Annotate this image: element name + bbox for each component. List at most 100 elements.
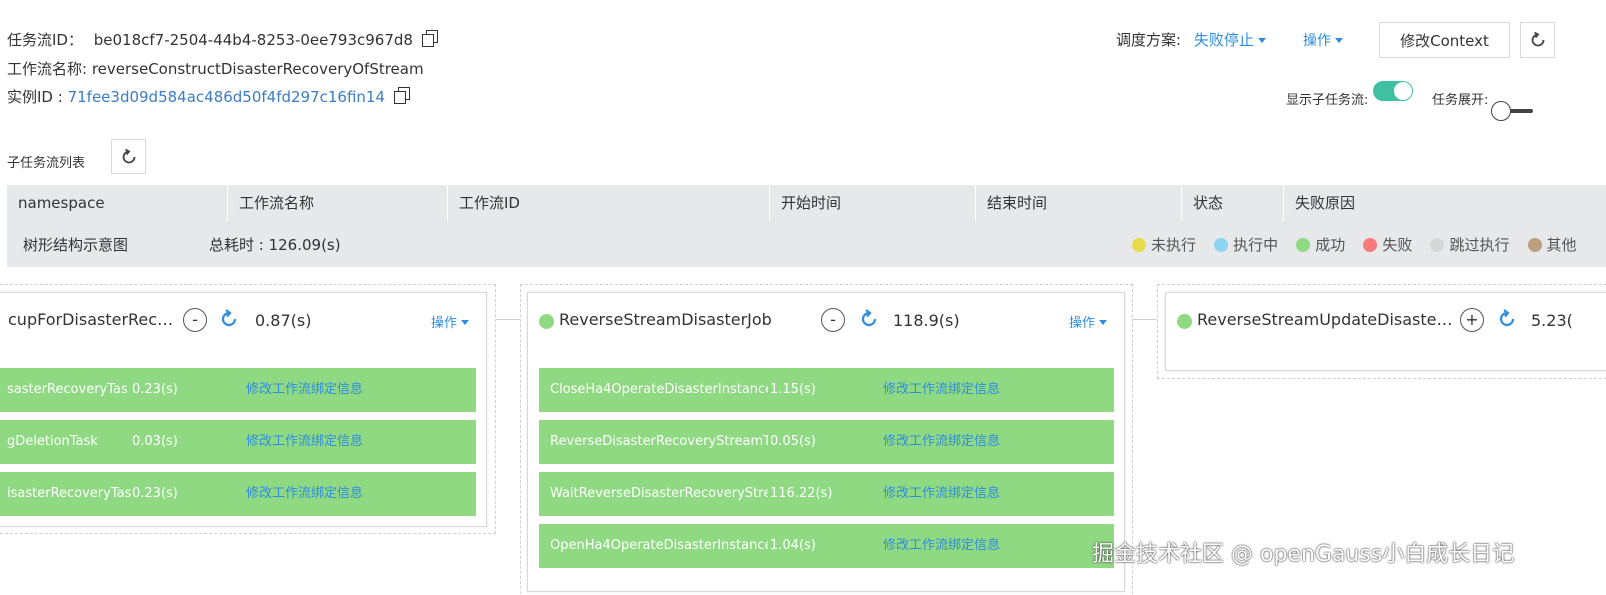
legend-label: 未执行 — [1151, 236, 1197, 254]
task-name: isasterRecoveryTask — [7, 486, 132, 501]
task-row[interactable]: isasterRecoveryTask 0.23(s) 修改工作流绑定信息 — [0, 472, 476, 516]
task-duration: 0.05(s) — [770, 434, 816, 449]
copy-icon[interactable] — [393, 87, 410, 104]
legend-item-not-executed: 未执行 — [1132, 234, 1196, 255]
task-row[interactable]: sasterRecoveryTask 0.23(s) 修改工作流绑定信息 — [0, 368, 476, 412]
task-duration: 0.23(s) — [132, 486, 178, 501]
task-name: OpenHa4OperateDisasterInstance… — [550, 538, 768, 553]
tree-title: 树形结构示意图 — [23, 236, 129, 254]
legend-label: 成功 — [1315, 236, 1346, 254]
chevron-down-icon — [1335, 38, 1343, 43]
connector-line — [496, 319, 520, 320]
job-name[interactable]: ReverseStreamDisasterJob — [559, 310, 809, 329]
legend-item-running: 执行中 — [1214, 234, 1278, 255]
instance-id-row: 实例ID : 71fee3d09d584ac486d50f4fd297c16fi… — [7, 86, 410, 107]
task-name: gDeletionTask — [7, 434, 98, 449]
legend-dot — [1430, 237, 1445, 252]
legend-dot — [1363, 237, 1378, 252]
job-operation-dropdown[interactable]: 操作 — [1069, 312, 1108, 331]
edit-binding-link[interactable]: 修改工作流绑定信息 — [883, 472, 1000, 516]
legend-label: 跳过执行 — [1449, 236, 1510, 254]
task-duration: 1.15(s) — [770, 382, 816, 397]
workflow-name-value: reverseConstructDisasterRecoveryOfStream — [91, 60, 424, 78]
subflow-refresh-button[interactable] — [111, 139, 146, 174]
legend-dot — [1527, 237, 1542, 252]
legend-item-other: 其他 — [1527, 234, 1577, 255]
job-name[interactable]: ReverseStreamUpdateDisasterR… — [1197, 310, 1457, 329]
job-refresh-icon[interactable] — [858, 308, 880, 334]
job-operation-dropdown[interactable]: 操作 — [431, 312, 470, 331]
task-row[interactable]: OpenHa4OperateDisasterInstance… 1.04(s) … — [539, 524, 1114, 568]
task-duration: 1.04(s) — [770, 538, 816, 553]
edit-binding-link[interactable]: 修改工作流绑定信息 — [883, 524, 1000, 568]
workflow-name-label: 工作流名称: — [7, 60, 92, 78]
job-refresh-icon[interactable] — [218, 308, 240, 334]
show-subflow-toggle[interactable] — [1373, 81, 1413, 101]
job-name[interactable]: cupForDisasterRecov… — [8, 310, 176, 329]
expand-button[interactable]: + — [1460, 308, 1484, 332]
legend-dot — [1296, 237, 1311, 252]
edit-binding-link[interactable]: 修改工作流绑定信息 — [883, 420, 1000, 464]
column-start-time: 开始时间 — [769, 185, 975, 221]
chevron-down-icon — [1099, 320, 1108, 325]
task-name: ReverseDisasterRecoveryStreamT… — [550, 434, 768, 449]
legend-label: 失败 — [1382, 236, 1413, 254]
schedule-dropdown[interactable]: 失败停止 — [1194, 31, 1266, 49]
task-row[interactable]: WaitReverseDisasterRecoveryStre… 116.22(… — [539, 472, 1114, 516]
task-row[interactable]: gDeletionTask 0.03(s) 修改工作流绑定信息 — [0, 420, 476, 464]
refresh-icon — [122, 148, 135, 163]
column-workflow-id: 工作流ID — [447, 185, 769, 221]
schedule-label: 调度方案: — [1116, 31, 1182, 49]
total-time-value: 126.09(s) — [268, 236, 341, 254]
task-duration: 0.03(s) — [132, 434, 178, 449]
refresh-button[interactable] — [1520, 22, 1555, 58]
task-duration: 116.22(s) — [770, 486, 833, 501]
legend-label: 其他 — [1546, 236, 1577, 254]
task-row[interactable]: CloseHa4OperateDisasterInstance… 1.15(s)… — [539, 368, 1114, 412]
task-expand-toggle[interactable] — [1491, 101, 1535, 121]
subflow-table-header: namespace 工作流名称 工作流ID 开始时间 结束时间 状态 失败原因 … — [7, 185, 1606, 267]
job-card: ReverseStreamDisasterJob - 118.9(s) 操作 C… — [527, 292, 1125, 592]
column-failure-reason: 失败原因 — [1283, 185, 1606, 221]
workflow-name-row: 工作流名称: reverseConstructDisasterRecoveryO… — [7, 58, 424, 79]
total-time-label: 总耗时 : — [209, 236, 269, 254]
job-operation-label: 操作 — [431, 316, 458, 331]
job-operation-label: 操作 — [1069, 316, 1096, 331]
task-row[interactable]: ReverseDisasterRecoveryStreamT… 0.05(s) … — [539, 420, 1114, 464]
show-subflow-label: 显示子任务流: — [1286, 93, 1369, 108]
edit-binding-link[interactable]: 修改工作流绑定信息 — [246, 420, 363, 464]
copy-icon[interactable] — [421, 30, 438, 47]
collapse-button[interactable]: - — [821, 308, 845, 332]
legend-dot — [1214, 237, 1229, 252]
connector-line — [1133, 319, 1157, 320]
job-duration: 118.9(s) — [893, 311, 960, 330]
status-success-icon — [1177, 314, 1192, 329]
watermark: 掘金技术社区 @ openGauss小白成长日记 — [1092, 542, 1515, 567]
edit-binding-link[interactable]: 修改工作流绑定信息 — [246, 368, 363, 412]
task-expand-label: 任务展开: — [1432, 93, 1489, 108]
modify-context-label: 修改Context — [1400, 31, 1489, 50]
task-name: WaitReverseDisasterRecoveryStre… — [550, 486, 768, 501]
task-flow-id-value: be018cf7-2504-44b4-8253-0ee793c967d8 — [93, 31, 413, 49]
job-duration: 0.87(s) — [255, 311, 312, 330]
legend-item-success: 成功 — [1296, 234, 1345, 255]
legend-label: 执行中 — [1233, 236, 1279, 254]
schedule-control: 调度方案: 失败停止 — [1116, 29, 1266, 50]
operation-dropdown[interactable]: 操作 — [1303, 30, 1343, 50]
status-success-icon — [539, 314, 554, 329]
task-flow-id-row: 任务流ID： be018cf7-2504-44b4-8253-0ee793c96… — [7, 29, 438, 50]
task-flow-id-label: 任务流ID： — [7, 31, 83, 49]
collapse-button[interactable]: - — [183, 308, 207, 332]
operation-label: 操作 — [1303, 33, 1331, 49]
job-refresh-icon[interactable] — [1496, 308, 1518, 334]
modify-context-button[interactable]: 修改Context — [1379, 22, 1510, 58]
edit-binding-link[interactable]: 修改工作流绑定信息 — [246, 472, 363, 516]
legend-item-skipped: 跳过执行 — [1430, 234, 1509, 255]
task-name: sasterRecoveryTask — [7, 382, 127, 397]
edit-binding-link[interactable]: 修改工作流绑定信息 — [883, 368, 1000, 412]
instance-id-link[interactable]: 71fee3d09d584ac486d50f4fd297c16fin14 — [68, 88, 385, 106]
instance-id-label: 实例ID : — [7, 88, 68, 106]
chevron-down-icon — [461, 320, 470, 325]
column-end-time: 结束时间 — [975, 185, 1181, 221]
legend-item-failed: 失败 — [1363, 234, 1412, 255]
